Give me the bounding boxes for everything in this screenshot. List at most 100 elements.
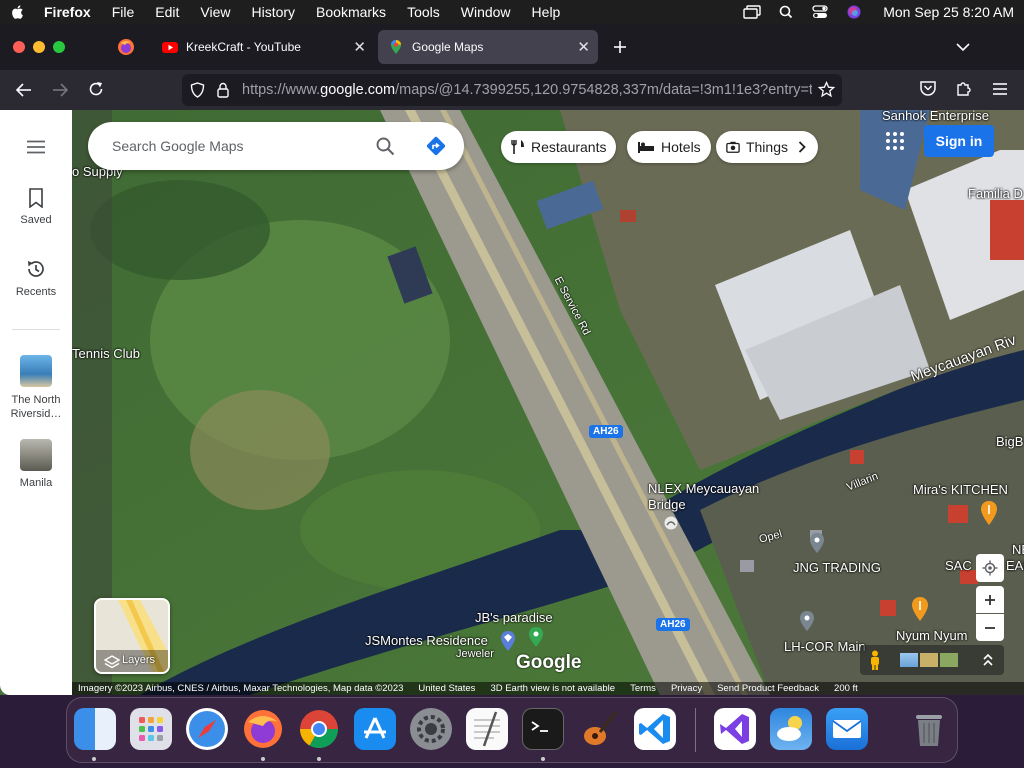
window-close-button[interactable]: [13, 41, 25, 53]
menu-tools[interactable]: Tools: [407, 4, 440, 20]
dock-mail-icon[interactable]: [826, 708, 868, 750]
poi-label[interactable]: Mira's KITCHEN: [913, 482, 1008, 497]
dock-vscode-icon[interactable]: [634, 708, 676, 750]
menu-file[interactable]: File: [112, 4, 135, 20]
region-link[interactable]: United States: [418, 683, 475, 694]
list-all-tabs-chevron-down-icon[interactable]: [956, 42, 970, 52]
dock-garageband-icon[interactable]: [578, 708, 620, 750]
my-location-button[interactable]: [976, 554, 1004, 582]
tab-google-maps[interactable]: Google Maps ✕: [378, 30, 598, 64]
poi-label[interactable]: Bridge: [648, 497, 686, 512]
dock-chrome-icon[interactable]: [298, 708, 340, 750]
tab-close-icon[interactable]: ✕: [353, 38, 366, 56]
imagery-thumb[interactable]: [920, 653, 938, 667]
poi-label[interactable]: JSMontes Residence: [365, 633, 488, 648]
privacy-link[interactable]: Privacy: [671, 683, 702, 694]
poi-label[interactable]: LH-COR Main: [784, 639, 866, 654]
recent-place-north-riverside[interactable]: The North Riversid…: [0, 355, 72, 421]
dock-safari-icon[interactable]: [186, 708, 228, 750]
menu-window[interactable]: Window: [461, 4, 511, 20]
imagery-thumb[interactable]: [900, 653, 918, 667]
jewelry-pin-icon[interactable]: [499, 630, 517, 652]
dock-launchpad-icon[interactable]: [130, 708, 172, 750]
google-apps-grid-icon[interactable]: [885, 131, 905, 151]
zoom-out-button[interactable]: [976, 614, 1004, 641]
menu-hamburger-icon[interactable]: [26, 140, 46, 154]
search-icon[interactable]: [376, 137, 395, 156]
poi-label[interactable]: Familia D: [968, 186, 1023, 201]
dock-app-store-icon[interactable]: [354, 708, 396, 750]
reload-icon[interactable]: [88, 81, 104, 97]
sign-in-button[interactable]: Sign in: [924, 125, 994, 157]
sidebar-item-saved[interactable]: Saved: [0, 188, 72, 226]
menubar-clock[interactable]: Mon Sep 25 8:20 AM: [883, 4, 1014, 20]
dock-terminal-icon[interactable]: [522, 708, 564, 750]
siri-icon[interactable]: [845, 5, 863, 19]
menu-app-firefox[interactable]: Firefox: [44, 4, 91, 20]
search-input[interactable]: Search Google Maps: [112, 138, 244, 154]
send-feedback-link[interactable]: Send Product Feedback: [717, 683, 819, 694]
directions-icon[interactable]: [425, 135, 447, 157]
poi-label[interactable]: JB's paradise: [475, 610, 553, 625]
window-minimize-button[interactable]: [33, 41, 45, 53]
restaurant-pin-icon[interactable]: [910, 596, 930, 622]
place-pin-icon[interactable]: [527, 626, 545, 648]
poi-label[interactable]: BigB: [996, 434, 1023, 449]
firefox-view-icon[interactable]: [117, 38, 135, 56]
terms-link[interactable]: Terms: [630, 683, 656, 694]
expand-chevron-up-icon[interactable]: [982, 653, 994, 667]
restaurant-pin-icon[interactable]: [979, 500, 999, 526]
control-center-icon[interactable]: [811, 5, 829, 19]
dock-finder-icon[interactable]: [74, 708, 116, 750]
new-tab-icon[interactable]: [613, 40, 627, 54]
pegman-street-view-icon[interactable]: [868, 650, 882, 670]
url-bar[interactable]: https://www.google.com/maps/@14.7399255,…: [182, 74, 842, 106]
dock-weather-icon[interactable]: [770, 708, 812, 750]
menu-history[interactable]: History: [251, 4, 295, 20]
menu-edit[interactable]: Edit: [155, 4, 179, 20]
pocket-icon[interactable]: [919, 80, 937, 97]
poi-label[interactable]: NLEX Meycauayan: [648, 481, 759, 496]
tab-close-icon[interactable]: ✕: [577, 38, 590, 56]
tab-youtube[interactable]: KreekCraft - YouTube ✕: [152, 30, 374, 64]
poi-label[interactable]: Nyum Nyum: [896, 628, 968, 643]
menu-help[interactable]: Help: [532, 4, 561, 20]
spotlight-search-icon[interactable]: [777, 5, 795, 19]
poi-label[interactable]: SAC: [945, 558, 972, 573]
dock-visual-studio-icon[interactable]: [714, 708, 756, 750]
dock-textedit-icon[interactable]: [466, 708, 508, 750]
window-zoom-button[interactable]: [53, 41, 65, 53]
screen-mirroring-icon[interactable]: [743, 5, 761, 19]
chips-scroll-right-button[interactable]: [788, 133, 816, 161]
back-arrow-icon[interactable]: [15, 82, 33, 98]
poi-label[interactable]: JNG TRADING: [793, 560, 881, 575]
chip-restaurants[interactable]: Restaurants: [501, 131, 617, 163]
menu-view[interactable]: View: [200, 4, 230, 20]
zoom-in-button[interactable]: [976, 586, 1004, 613]
menu-bookmarks[interactable]: Bookmarks: [316, 4, 386, 20]
bridge-pin-icon[interactable]: [664, 516, 678, 530]
search-box[interactable]: Search Google Maps: [88, 122, 464, 170]
poi-label[interactable]: EAL: [1006, 558, 1024, 573]
poi-label[interactable]: Sanhok Enterprise: [882, 110, 989, 123]
extensions-puzzle-icon[interactable]: [955, 80, 972, 97]
recent-place-manila[interactable]: Manila: [0, 439, 72, 489]
app-menu-hamburger-icon[interactable]: [992, 82, 1008, 96]
bookmark-star-icon[interactable]: [818, 81, 835, 98]
poi-label[interactable]: Tennis Club: [72, 346, 140, 361]
place-pin-icon[interactable]: [808, 532, 826, 554]
forward-arrow-icon[interactable]: [51, 82, 69, 98]
dock-trash-icon[interactable]: [908, 708, 950, 750]
dock-system-settings-icon[interactable]: [410, 708, 452, 750]
chip-hotels[interactable]: Hotels: [627, 131, 711, 163]
place-pin-icon[interactable]: [798, 610, 816, 632]
lock-icon[interactable]: [216, 82, 230, 98]
dock-firefox-icon[interactable]: [242, 708, 284, 750]
scale-label[interactable]: 200 ft: [834, 683, 858, 694]
tracking-protection-shield-icon[interactable]: [190, 82, 205, 98]
sidebar-item-recents[interactable]: Recents: [0, 258, 72, 298]
layers-toggle-button[interactable]: Layers: [94, 598, 170, 674]
imagery-thumb[interactable]: [940, 653, 958, 667]
apple-logo-icon[interactable]: [10, 4, 26, 20]
poi-label[interactable]: NESTL: [1012, 542, 1024, 557]
